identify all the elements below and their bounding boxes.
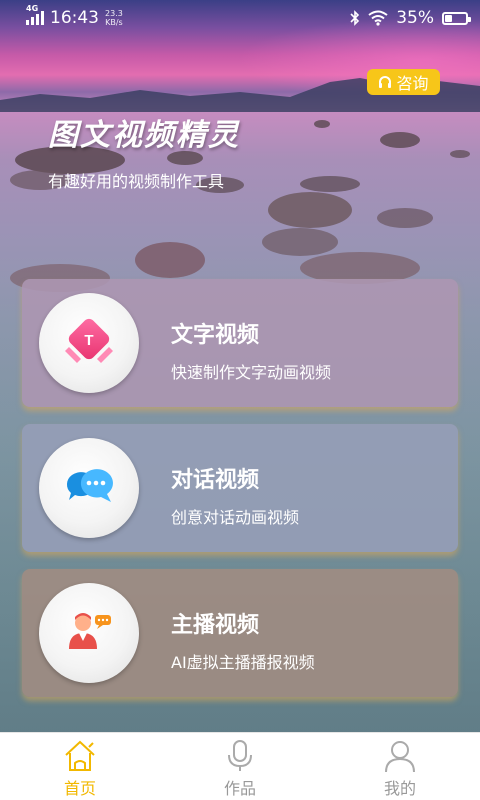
tab-label: 我的 bbox=[383, 779, 416, 798]
app-title: 图文视频精灵 bbox=[48, 118, 240, 153]
network-speed: 23.3 KB/s bbox=[105, 9, 123, 27]
tab-label: 首页 bbox=[63, 779, 96, 798]
cellular-signal-icon: 4G bbox=[26, 4, 44, 25]
bluetooth-icon bbox=[350, 10, 360, 26]
consult-button[interactable]: 咨询 bbox=[367, 69, 440, 95]
card-title: 主播视频 bbox=[171, 613, 260, 638]
battery-icon bbox=[442, 11, 471, 25]
tab-home[interactable]: 首页 bbox=[0, 733, 160, 800]
dialogue-video-card[interactable]: 对话视频 创意对话动画视频 bbox=[22, 424, 458, 552]
svg-text:T: T bbox=[84, 332, 93, 349]
wifi-icon bbox=[368, 10, 388, 26]
card-desc: 创意对话动画视频 bbox=[171, 508, 300, 527]
bottom-tab-bar: 首页 作品 我的 bbox=[0, 732, 480, 800]
consult-label: 咨询 bbox=[396, 74, 429, 93]
card-desc: 快速制作文字动画视频 bbox=[171, 363, 332, 382]
text-T-icon: T bbox=[65, 318, 113, 363]
card-title: 对话视频 bbox=[171, 468, 260, 493]
chat-bubbles-icon bbox=[66, 469, 113, 502]
card-icon-circle bbox=[39, 438, 139, 538]
card-icon-circle: T bbox=[39, 293, 139, 393]
anchor-person-icon bbox=[69, 613, 111, 649]
card-desc: AI虚拟主播播报视频 bbox=[171, 653, 315, 672]
home-icon bbox=[65, 740, 95, 771]
tab-mine[interactable]: 我的 bbox=[320, 733, 480, 800]
app-subtitle: 有趣好用的视频制作工具 bbox=[48, 172, 225, 191]
clock-time: 16:43 bbox=[50, 8, 99, 28]
status-bar: 4G 16:43 23.3 KB/s 35% bbox=[0, 0, 480, 36]
microphone-icon bbox=[228, 740, 252, 771]
card-icon-circle bbox=[39, 583, 139, 683]
network-type: 4G bbox=[26, 4, 39, 13]
user-icon bbox=[385, 741, 415, 773]
tab-works[interactable]: 作品 bbox=[160, 733, 320, 800]
headset-icon bbox=[379, 76, 392, 88]
anchor-video-card[interactable]: 主播视频 AI虚拟主播播报视频 bbox=[22, 569, 458, 697]
tab-label: 作品 bbox=[223, 779, 256, 798]
card-title: 文字视频 bbox=[171, 323, 260, 348]
battery-percent: 35% bbox=[396, 8, 434, 28]
text-video-card[interactable]: T 文字视频 快速制作文字动画视频 bbox=[22, 279, 458, 407]
